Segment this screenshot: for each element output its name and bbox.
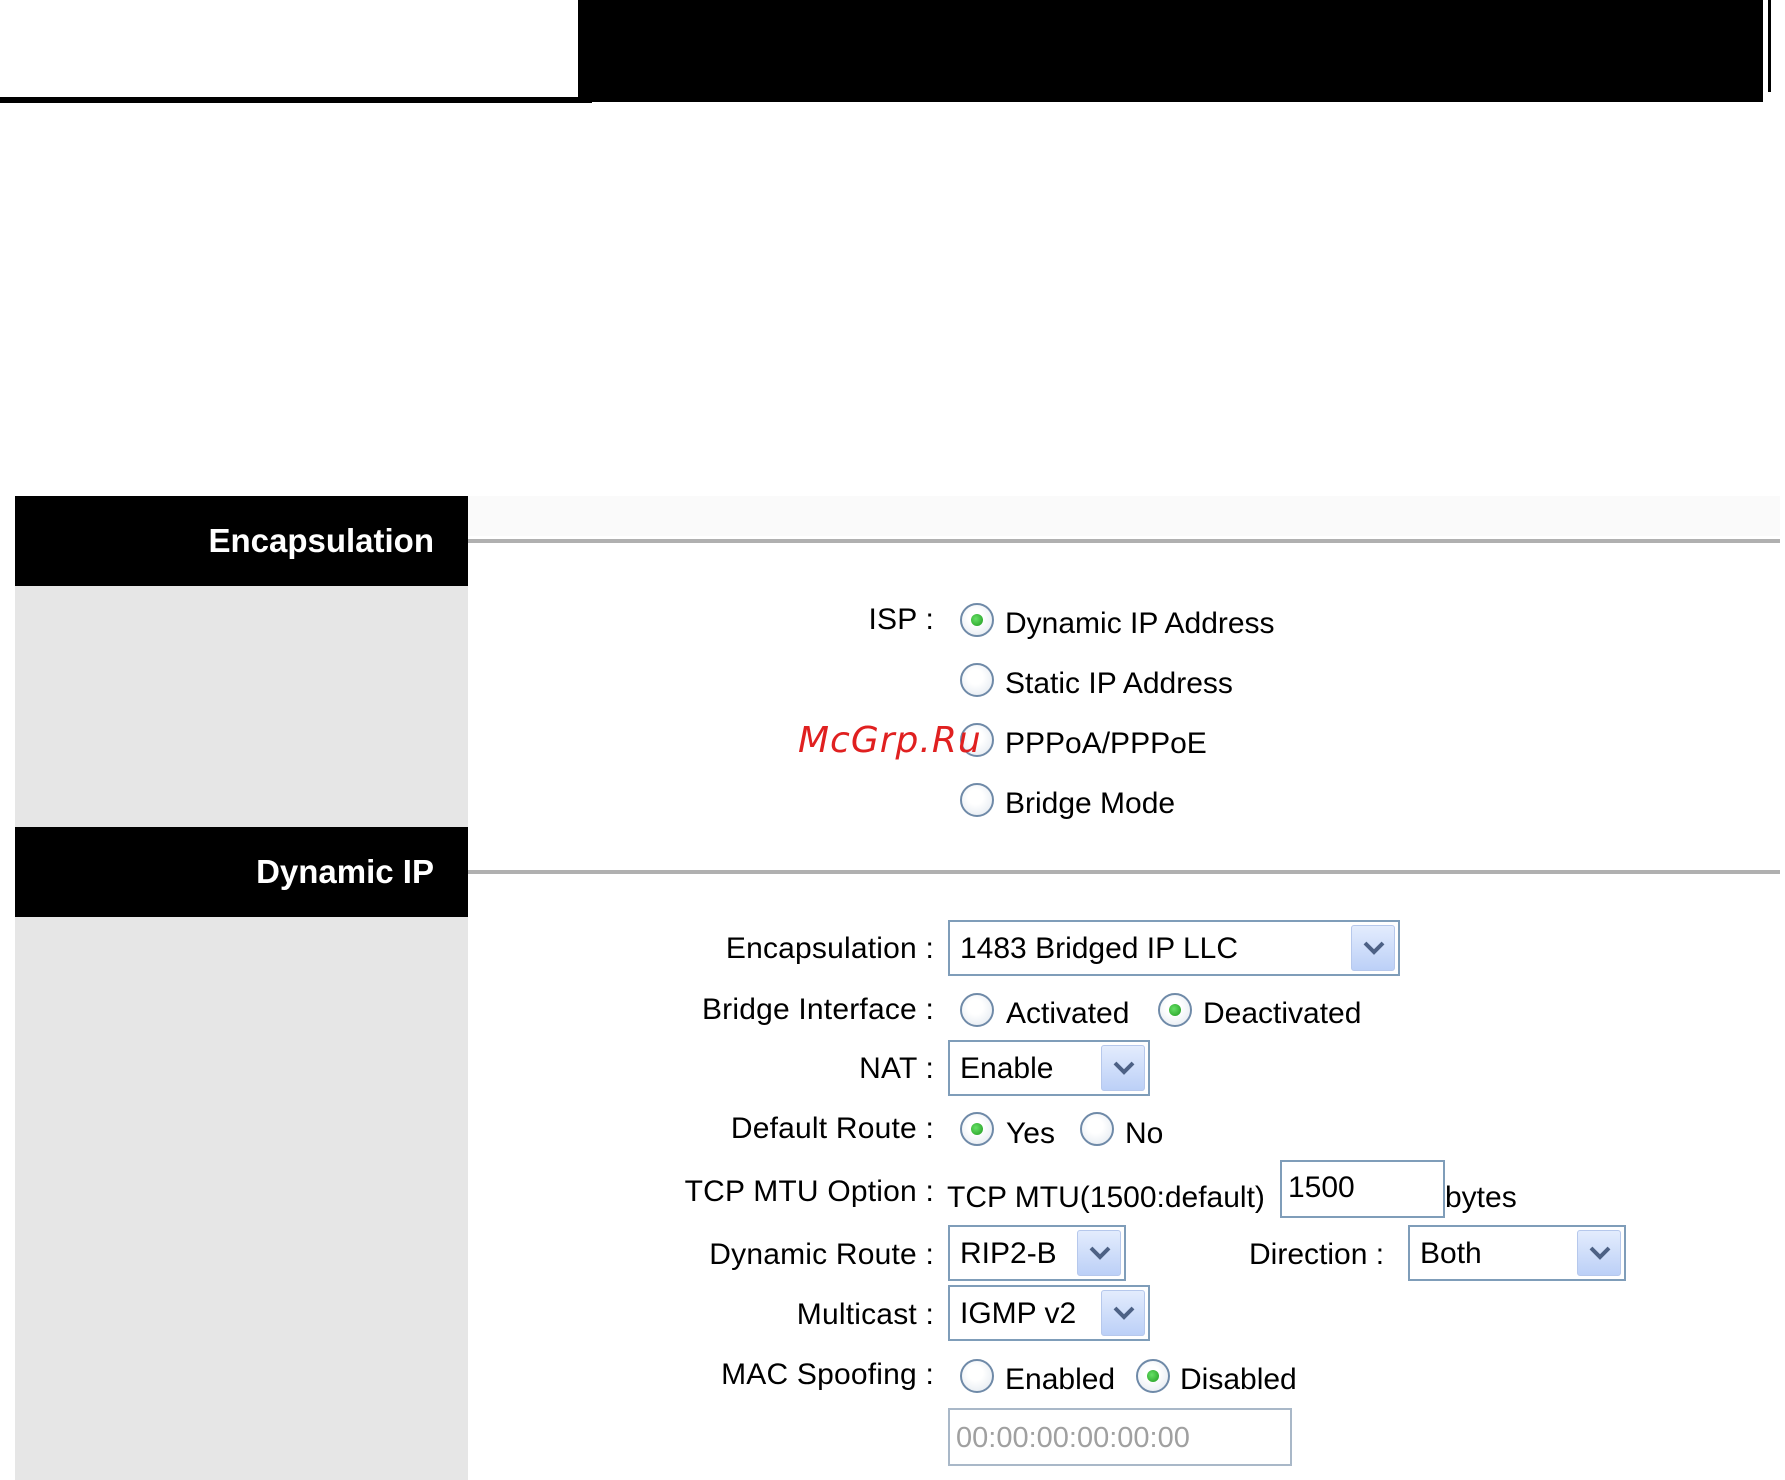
tcp-mtu-input[interactable]: 1500 [1280, 1160, 1445, 1218]
mac-spoofing-disabled-label[interactable]: Disabled [1180, 1363, 1297, 1397]
section-title-encapsulation: Encapsulation [15, 496, 468, 586]
isp-dynamic-ip-label[interactable]: Dynamic IP Address [1005, 607, 1275, 641]
left-panel [15, 498, 468, 1480]
nat-select[interactable]: Enable [948, 1040, 1150, 1096]
chevron-down-icon[interactable] [1101, 1290, 1145, 1336]
mac-address-input[interactable]: 00:00:00:00:00:00 [948, 1408, 1292, 1466]
bridge-activated-radio[interactable] [960, 993, 994, 1027]
mac-spoofing-enabled-label[interactable]: Enabled [1005, 1363, 1115, 1397]
direction-value: Both [1420, 1237, 1482, 1270]
bridge-deactivated-label[interactable]: Deactivated [1203, 997, 1361, 1031]
multicast-label: Multicast : [796, 1298, 934, 1331]
isp-bridge-mode-radio[interactable] [960, 783, 994, 817]
default-route-yes-label[interactable]: Yes [1006, 1117, 1055, 1151]
dynamic-route-label: Dynamic Route : [709, 1238, 934, 1271]
chevron-down-icon[interactable] [1101, 1045, 1145, 1091]
top-banner-edge-line [1768, 0, 1771, 92]
mac-spoofing-label: MAC Spoofing : [721, 1358, 934, 1391]
tcp-mtu-prefix: TCP MTU(1500:default) [947, 1181, 1265, 1214]
bridge-deactivated-radio[interactable] [1158, 993, 1192, 1027]
tcp-mtu-suffix: bytes [1445, 1181, 1517, 1214]
tcp-mtu-value: 1500 [1288, 1171, 1355, 1204]
chevron-down-icon[interactable] [1077, 1230, 1121, 1276]
multicast-select[interactable]: IGMP v2 [948, 1285, 1150, 1341]
watermark: McGrp.Ru [798, 720, 982, 761]
section-divider-dynamic-ip [468, 870, 1780, 874]
default-route-no-label[interactable]: No [1125, 1117, 1163, 1151]
isp-static-ip-label[interactable]: Static IP Address [1005, 667, 1233, 701]
section-title-dynamic-ip: Dynamic IP [15, 827, 468, 917]
direction-select[interactable]: Both [1408, 1225, 1626, 1281]
top-rule [0, 97, 592, 103]
isp-pppoa-pppoe-label[interactable]: PPPoA/PPPoE [1005, 727, 1207, 761]
top-banner [578, 0, 1763, 102]
isp-bridge-mode-label[interactable]: Bridge Mode [1005, 787, 1175, 821]
dynamic-route-value: RIP2-B [960, 1237, 1057, 1270]
default-route-yes-radio[interactable] [960, 1112, 994, 1146]
section-divider-encapsulation [468, 539, 1780, 543]
mac-spoofing-disabled-radio[interactable] [1136, 1359, 1170, 1393]
nat-label: NAT : [859, 1052, 934, 1085]
encapsulation-label: Encapsulation : [725, 932, 934, 965]
encapsulation-select[interactable]: 1483 Bridged IP LLC [948, 920, 1400, 976]
bridge-interface-label: Bridge Interface : [701, 993, 934, 1026]
chevron-down-icon[interactable] [1577, 1230, 1621, 1276]
dynamic-route-select[interactable]: RIP2-B [948, 1225, 1126, 1281]
section-header-fill [468, 496, 1780, 536]
tcp-mtu-option-label: TCP MTU Option : [684, 1175, 934, 1208]
direction-label: Direction : [1249, 1238, 1385, 1271]
bridge-activated-label[interactable]: Activated [1006, 997, 1129, 1031]
nat-value: Enable [960, 1052, 1054, 1085]
multicast-value: IGMP v2 [960, 1297, 1077, 1330]
chevron-down-icon[interactable] [1351, 925, 1395, 971]
default-route-no-radio[interactable] [1080, 1112, 1114, 1146]
isp-static-ip-radio[interactable] [960, 663, 994, 697]
default-route-label: Default Route : [730, 1112, 934, 1145]
mac-spoofing-enabled-radio[interactable] [960, 1359, 994, 1393]
mac-address-value: 00:00:00:00:00:00 [956, 1422, 1190, 1454]
encapsulation-value: 1483 Bridged IP LLC [960, 932, 1238, 965]
isp-dynamic-ip-radio[interactable] [960, 603, 994, 637]
isp-label: ISP : [868, 603, 934, 636]
